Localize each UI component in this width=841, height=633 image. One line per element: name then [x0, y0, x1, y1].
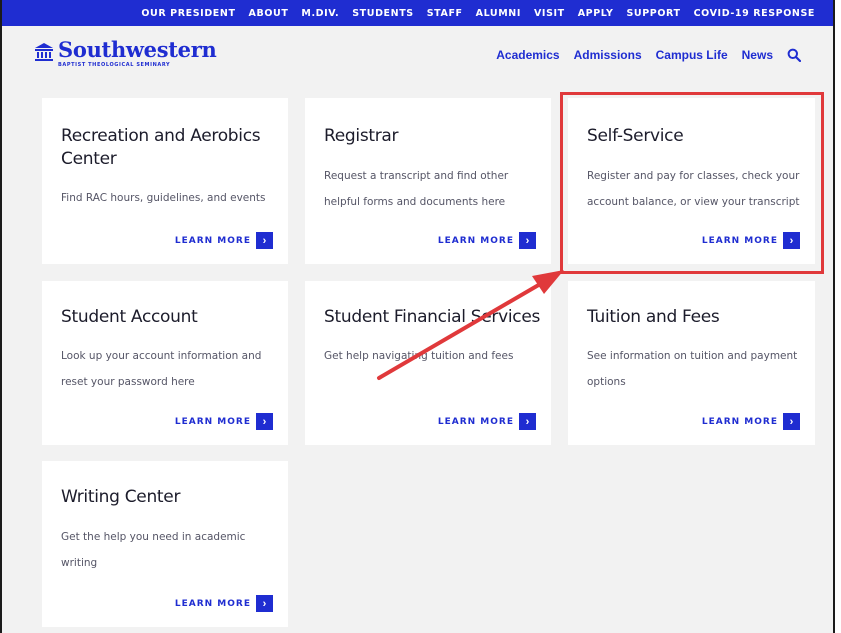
browser-frame: OUR PRESIDENT ABOUT M.DIV. STUDENTS STAF… [0, 0, 835, 633]
annotation-arrow-icon [377, 270, 564, 380]
